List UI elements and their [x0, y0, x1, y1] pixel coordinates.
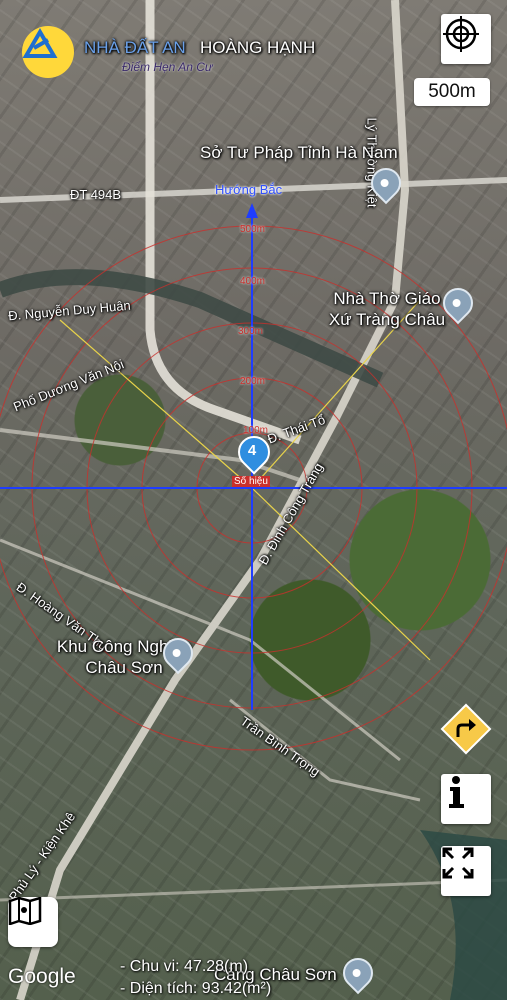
fullscreen-button[interactable] [441, 846, 491, 896]
ring-label-500: 500m [240, 224, 266, 235]
logo-tagline: Điểm Hẹn An Cư [122, 60, 213, 74]
road-line [0, 878, 507, 902]
perimeter-text: - Chu vi: 47.28(m) [120, 958, 249, 975]
ring-label-100: 100m [243, 425, 269, 436]
ring-label-400: 400m [240, 276, 266, 287]
area-text: - Diện tích: 93.42(m²) [120, 980, 272, 997]
my-location-button[interactable] [441, 14, 491, 64]
map-type-button[interactable] [8, 897, 58, 947]
turn-right-icon [440, 703, 492, 755]
target-icon [443, 16, 479, 52]
ring-label-200: 200m [240, 376, 266, 387]
ring-label-300: 300m [238, 326, 264, 337]
poi-label-text: Nhà Thờ Giáo Xứ Tràng Châu [328, 289, 446, 329]
info-icon [449, 776, 464, 808]
poi-label: Sở Tư Pháp Tỉnh Hà Nam [200, 143, 398, 162]
bearing-line [251, 487, 431, 661]
poi-label: Nhà Thờ Giáo Xứ Tràng Châu [322, 288, 452, 330]
marker-tag: Số hiệu [232, 476, 270, 487]
google-attribution: Google [8, 965, 76, 988]
parcel-marker[interactable]: 4 [231, 429, 277, 476]
info-button[interactable] [441, 774, 491, 824]
logo-mark-icon [22, 26, 74, 78]
logo: NHÀ ĐẤT AN HOÀNG HẠNH Điểm Hẹn An Cư [22, 26, 322, 82]
fullscreen-icon [442, 847, 474, 879]
north-label: Hướng Bắc [215, 182, 283, 197]
logo-brand: NHÀ ĐẤT AN [84, 38, 186, 57]
map-type-icon [8, 897, 42, 925]
marker-number: 4 [247, 442, 257, 459]
directions-button[interactable] [440, 703, 492, 755]
road-label: ĐT 494B [70, 187, 122, 202]
logo-name: HOÀNG HẠNH [200, 38, 316, 57]
north-arrow-icon [246, 203, 258, 218]
scale-label: 500m [414, 78, 490, 106]
